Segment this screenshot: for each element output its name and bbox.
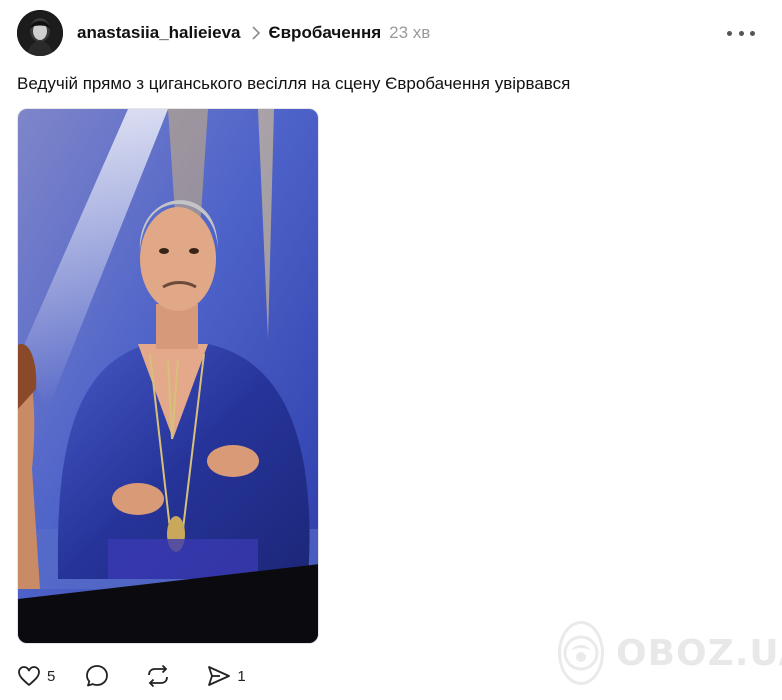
share-count: 1 xyxy=(237,667,246,685)
author-avatar[interactable] xyxy=(17,10,63,56)
more-dots-icon xyxy=(738,30,744,36)
oboz-logo-icon xyxy=(558,621,604,685)
heart-icon xyxy=(18,666,40,686)
chevron-right-icon xyxy=(251,26,261,40)
watermark: OBOZ.UA xyxy=(558,618,782,688)
post-image[interactable] xyxy=(17,108,319,644)
post-header: anastasiia_halieieva Євробачення 23 хв xyxy=(17,10,767,56)
like-button[interactable]: 5 xyxy=(17,665,55,687)
more-dots-icon xyxy=(727,30,732,36)
share-button[interactable]: 1 xyxy=(207,665,246,687)
comment-button[interactable] xyxy=(85,664,115,688)
comment-icon xyxy=(86,665,109,687)
watermark-text: OBOZ.UA xyxy=(616,632,782,674)
more-options-button[interactable] xyxy=(727,24,755,42)
like-count: 5 xyxy=(47,667,56,685)
post-time: 23 хв xyxy=(389,23,431,42)
post-text: Ведучій прямо з циганського весілля на с… xyxy=(17,74,571,93)
author-username[interactable]: anastasiia_halieieva xyxy=(77,23,241,43)
repost-icon xyxy=(148,664,169,688)
post-actions: 5 1 xyxy=(17,660,276,692)
repost-button[interactable] xyxy=(145,664,177,688)
topic-link[interactable]: Євробачення xyxy=(269,23,382,43)
more-dots-icon xyxy=(750,30,755,36)
share-icon xyxy=(208,666,231,686)
